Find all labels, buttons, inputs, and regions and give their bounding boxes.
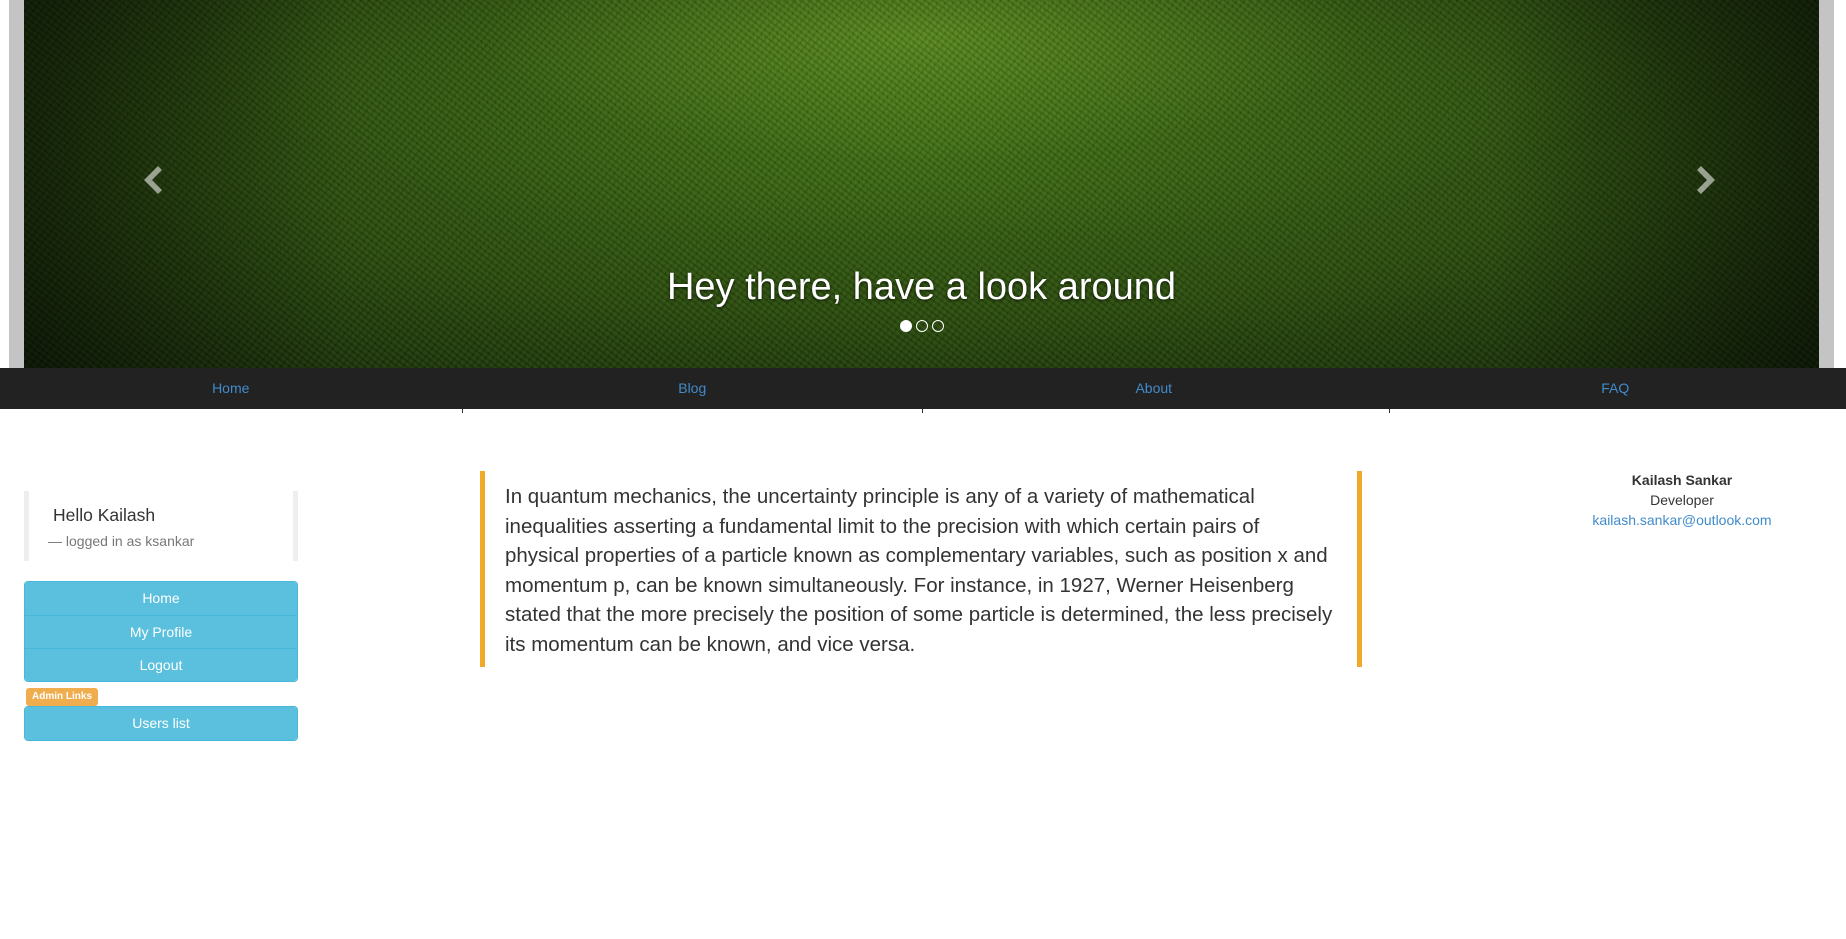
carousel-caption: Hey there, have a look around — [666, 266, 1177, 308]
uncertainty-quote: In quantum mechanics, the uncertainty pr… — [480, 471, 1362, 667]
chevron-left-icon — [144, 166, 162, 194]
nav-divider — [462, 409, 463, 413]
profile-role: Developer — [1650, 492, 1714, 508]
carousel-indicator-3[interactable] — [931, 320, 944, 332]
carousel-border-right — [1819, 0, 1834, 368]
admin-menu: Users list — [24, 706, 298, 741]
nav-blog-link[interactable]: Blog — [462, 368, 924, 409]
chevron-right-icon — [1697, 166, 1715, 194]
sidebar-item-home[interactable]: Home — [25, 582, 297, 615]
hero-carousel-frame: Hey there, have a look around — [0, 0, 1846, 368]
main-navbar: Home Blog About FAQ — [0, 368, 1846, 409]
carousel-indicator-2[interactable] — [915, 320, 928, 332]
carousel-indicator-1[interactable] — [899, 320, 912, 332]
sidebar-item-logout[interactable]: Logout — [25, 648, 297, 681]
hero-carousel: Hey there, have a look around — [24, 0, 1819, 368]
carousel-border-left — [9, 0, 24, 368]
carousel-next-button[interactable] — [1687, 160, 1727, 200]
sidebar-menu: Home My Profile Logout — [24, 581, 298, 682]
profile-email-link[interactable]: kailash.sankar@outlook.com — [1592, 512, 1771, 528]
nav-divider — [922, 409, 923, 413]
carousel-prev-button[interactable] — [132, 160, 172, 200]
user-greeting: Hello Kailash — logged in as ksankar — [24, 491, 298, 561]
sidebar-item-users-list[interactable]: Users list — [25, 707, 297, 740]
greeting-text: Hello Kailash — [53, 505, 156, 525]
nav-divider — [1389, 409, 1390, 413]
author-profile: Kailash Sankar Developer kailash.sankar@… — [1532, 470, 1832, 530]
admin-links-badge: Admin Links — [26, 688, 99, 706]
sidebar-item-my-profile[interactable]: My Profile — [25, 615, 297, 648]
nav-home-link[interactable]: Home — [0, 368, 462, 409]
nav-faq-link[interactable]: FAQ — [1385, 368, 1846, 409]
nav-about-link[interactable]: About — [923, 368, 1385, 409]
profile-name: Kailash Sankar — [1631, 472, 1733, 488]
logged-in-text: — logged in as ksankar — [48, 533, 195, 549]
carousel-indicators — [24, 320, 1819, 332]
